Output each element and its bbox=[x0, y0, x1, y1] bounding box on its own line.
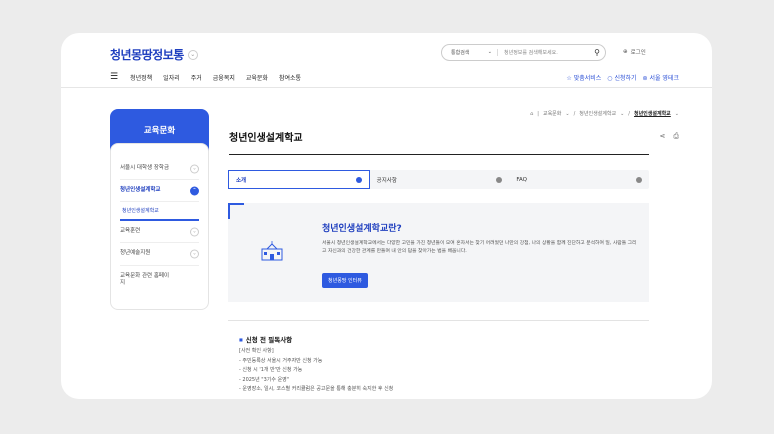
intro-box: 청년인생설계학교란? 서울시 청년인생설계학교에서는 다양한 고민을 가진 청년… bbox=[228, 203, 649, 302]
tab-notice[interactable]: 공지사항 bbox=[370, 170, 510, 189]
page-title: 청년인생설계학교 bbox=[229, 133, 303, 144]
search-input[interactable]: 청년정보를 검색해보세요. bbox=[498, 49, 589, 56]
util-custom-service-label: 맞춤서비스 bbox=[573, 75, 602, 82]
share-icon[interactable]: ⋖ bbox=[660, 132, 666, 141]
notes-line: - 신청 시 '1개 반'만 신청 가능 bbox=[239, 367, 303, 374]
search-bar: 통합검색 ⌄ 청년정보를 검색해보세요. ⚲ bbox=[441, 44, 606, 61]
chevron-down-icon: ⌄ bbox=[487, 49, 492, 55]
chevron-down-icon: ⌄ bbox=[190, 249, 199, 259]
nav-item-finance[interactable]: 금융복지 bbox=[213, 73, 235, 82]
tab-faq[interactable]: FAQ bbox=[509, 170, 649, 189]
home-icon[interactable]: ⌂ bbox=[530, 111, 533, 117]
login-link[interactable]: ⊕ 로그인 bbox=[623, 48, 646, 56]
chevron-down-icon[interactable]: ⌄ bbox=[565, 111, 569, 117]
util-young-tech-label: 서울 영테크 bbox=[649, 75, 679, 82]
chevron-down-icon[interactable]: ⌄ bbox=[675, 111, 679, 117]
page-tools: ⋖ ⎙ bbox=[660, 132, 679, 141]
main-nav: ☰ 청년정책 일자리 주거 금융복지 교육문화 참여소통 bbox=[110, 72, 312, 82]
interview-button[interactable]: 청년몽땅 인터뷰 bbox=[322, 273, 368, 288]
chevron-down-icon: ⌄ bbox=[190, 164, 199, 174]
site-logo[interactable]: 청년몽땅정보통 ⌄ bbox=[110, 46, 198, 63]
notes-line: - 운영장소, 일시, 코스별 커리큘럼은 공고문을 통해 충분히 숙지한 후 … bbox=[239, 386, 394, 393]
menu-icon[interactable]: ☰ bbox=[110, 72, 118, 82]
section-divider bbox=[228, 320, 649, 321]
breadcrumb-separator: / bbox=[573, 110, 576, 117]
notes-line: - 2025년 "3기수 운영" bbox=[239, 376, 290, 383]
notes-line: [사전 확인 사항] bbox=[239, 348, 274, 355]
print-icon[interactable]: ⎙ bbox=[673, 132, 679, 141]
sidebar-item-arts-support[interactable]: 청년예술지원 ⌄ bbox=[120, 243, 199, 266]
nav-item-jobs[interactable]: 일자리 bbox=[163, 73, 180, 82]
chevron-down-icon[interactable]: ⌄ bbox=[187, 49, 198, 60]
notes-section: 신청 전 필독사항 [사전 확인 사항] - 주민등록상 서울시 거주자만 신청… bbox=[239, 334, 393, 395]
sidebar-item-label: 청년예술지원 bbox=[120, 250, 151, 257]
util-apply-label: 신청하기 bbox=[614, 75, 637, 82]
breadcrumb-item[interactable]: 청년인생설계학교 bbox=[579, 110, 616, 117]
tab-label: 소개 bbox=[236, 177, 247, 184]
nav-item-housing[interactable]: 주거 bbox=[191, 73, 202, 82]
util-custom-service[interactable]: ☆ 맞춤서비스 bbox=[566, 73, 601, 82]
search-select-value: 통합검색 bbox=[451, 50, 470, 56]
utility-links: ☆ 맞춤서비스 ○ 신청하기 ⊚ 서울 영테크 bbox=[566, 73, 679, 82]
corner-accent bbox=[228, 203, 244, 219]
breadcrumb-separator: | bbox=[537, 110, 539, 117]
sidebar-item-label: 서울시 대학생 장학금 bbox=[120, 165, 170, 171]
breadcrumb-item[interactable]: 교육문화 bbox=[543, 110, 561, 117]
intro-heading: 청년인생설계학교란? bbox=[322, 224, 402, 234]
intro-body: 서울시 청년인생설계학교에서는 다양한 고민을 가진 청년들이 모여 혼자서는 … bbox=[322, 241, 637, 255]
breadcrumb: ⌂ | 교육문화 ⌄ / 청년인생설계학교 ⌄ / 청년인생설계학교 ⌄ bbox=[530, 110, 679, 118]
tab-intro[interactable]: 소개 bbox=[228, 170, 370, 189]
header-divider bbox=[61, 87, 712, 88]
chevron-down-icon: ⌄ bbox=[190, 227, 199, 237]
chevron-down-icon[interactable]: ⌄ bbox=[620, 111, 624, 117]
sidebar-item-training[interactable]: 교육훈련 ⌄ bbox=[120, 221, 199, 244]
util-apply[interactable]: ○ 신청하기 bbox=[607, 73, 636, 82]
sidebar-item-scholarship[interactable]: 서울시 대학생 장학금 ⌄ bbox=[120, 158, 199, 181]
lock-icon: ⊕ bbox=[623, 49, 628, 55]
notes-heading: 신청 전 필독사항 bbox=[239, 334, 393, 346]
chevron-right-icon bbox=[355, 176, 362, 183]
logo-text: 청년몽땅정보통 bbox=[110, 48, 184, 62]
sidebar-item-life-design-school[interactable]: 청년인생설계학교 ⌃ bbox=[120, 180, 199, 203]
nav-item-participation[interactable]: 참여소통 bbox=[279, 73, 301, 82]
search-icon[interactable]: ⚲ bbox=[589, 48, 605, 57]
chevron-right-icon bbox=[496, 176, 503, 183]
tab-label: FAQ bbox=[516, 176, 527, 183]
title-divider bbox=[229, 154, 649, 155]
tab-label: 공지사항 bbox=[376, 177, 397, 184]
login-label: 로그인 bbox=[630, 50, 646, 56]
breadcrumb-separator: / bbox=[628, 110, 630, 117]
nav-item-education[interactable]: 교육문화 bbox=[246, 73, 268, 82]
school-building-icon bbox=[261, 241, 283, 261]
chevron-right-icon bbox=[636, 176, 643, 183]
sidebar: 서울시 대학생 장학금 ⌄ 청년인생설계학교 ⌃ 청년인생설계학교 교육훈련 ⌄… bbox=[110, 143, 209, 310]
sidebar-item-label: 교육문화 관련 홈페이지 bbox=[120, 272, 170, 286]
content-tabs: 소개 공지사항 FAQ bbox=[228, 170, 649, 189]
breadcrumb-current[interactable]: 청년인생설계학교 bbox=[634, 110, 671, 117]
chevron-up-icon: ⌃ bbox=[190, 186, 199, 196]
notes-line: - 주민등록상 서울시 거주자만 신청 가능 bbox=[239, 357, 323, 364]
sidebar-item-label: 교육훈련 bbox=[120, 228, 141, 235]
nav-item-policy[interactable]: 청년정책 bbox=[130, 73, 152, 82]
sidebar-item-label: 청년인생설계학교 bbox=[120, 187, 161, 194]
sidebar-item-related-sites[interactable]: 교육문화 관련 홈페이지 bbox=[120, 266, 199, 294]
util-young-tech[interactable]: ⊚ 서울 영테크 bbox=[643, 73, 679, 82]
sidebar-subitem-life-design-school[interactable]: 청년인생설계학교 bbox=[120, 202, 199, 222]
search-select[interactable]: 통합검색 ⌄ bbox=[442, 49, 498, 56]
browser-frame: 청년몽땅정보통 ⌄ 통합검색 ⌄ 청년정보를 검색해보세요. ⚲ ⊕ 로그인 ☰… bbox=[61, 33, 712, 399]
